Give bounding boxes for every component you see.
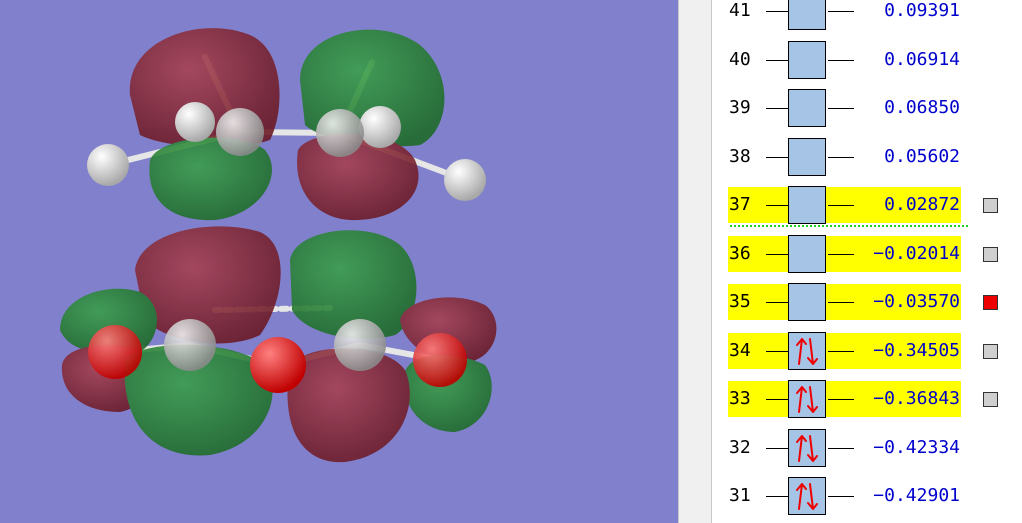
level-connector-left (766, 59, 788, 61)
mo-number: 35 (729, 291, 751, 312)
level-connector-left (766, 11, 788, 12)
level-connector-left (766, 496, 788, 497)
mo-checkbox[interactable] (983, 246, 998, 262)
mo-level-box[interactable] (788, 137, 826, 176)
molecule-viewport[interactable] (0, 0, 678, 523)
mo-number: 34 (729, 339, 751, 361)
mo-level-box[interactable] (788, 428, 826, 467)
mo-level-row-38[interactable]: 38 0.05602 (712, 137, 1022, 177)
mo-energy-level-panel: 41 0.09391 40 0.06914 39 0.06850 38 0.05… (712, 0, 1022, 523)
mo-level-row-35[interactable]: 35 −0.03570 (712, 282, 1022, 322)
splitter-edge-left (678, 0, 679, 523)
mo-level-row-36[interactable]: 36 −0.02014 (712, 234, 1022, 274)
mo-energy: 0.06850 (884, 97, 960, 118)
level-connector-left (766, 253, 788, 255)
homo-lumo-divider (730, 225, 968, 227)
molecule-orbital-render (60, 28, 497, 463)
mo-number: 40 (729, 48, 751, 70)
mo-level-row-34[interactable]: 34 −0.34505 (712, 331, 1022, 371)
mo-level-box[interactable] (788, 186, 826, 224)
spin-up-down-arrows-icon (796, 434, 818, 462)
mo-level-box[interactable] (788, 40, 826, 79)
mo-level-box[interactable] (788, 380, 826, 418)
mo-level-row-31[interactable]: 31 −0.42901 (712, 476, 1022, 516)
mo-number: 33 (729, 388, 751, 409)
mo-number: 41 (729, 0, 751, 21)
mo-level-row-32[interactable]: 32 −0.42334 (712, 428, 1022, 468)
mo-level-box[interactable] (788, 331, 826, 370)
mo-level-box[interactable] (788, 283, 826, 321)
level-connector-left (766, 399, 788, 400)
mo-energy: −0.36843 (873, 388, 960, 409)
mo-energy: 0.09391 (884, 0, 960, 21)
mo-energy: −0.42334 (873, 436, 960, 458)
spin-up-down-arrows-icon (796, 483, 818, 510)
mo-checkbox[interactable] (983, 198, 998, 213)
mo-energy: −0.03570 (873, 291, 960, 312)
mo-number: 31 (729, 485, 751, 506)
mo-level-row-37[interactable]: 37 0.02872 (712, 185, 1022, 225)
mo-level-row-40[interactable]: 40 0.06914 (712, 40, 1022, 80)
mo-checkbox[interactable] (983, 295, 998, 310)
mo-energy: −0.42901 (873, 485, 960, 506)
level-connector-left (766, 302, 788, 303)
mo-checkbox[interactable] (983, 343, 998, 359)
mo-level-box[interactable] (788, 477, 826, 515)
mo-checkbox[interactable] (983, 392, 998, 407)
mo-number: 38 (729, 145, 751, 167)
mo-number: 32 (729, 436, 751, 458)
mo-level-box[interactable] (788, 0, 826, 30)
spin-up-down-arrows-icon (796, 337, 818, 365)
mo-energy: −0.02014 (873, 242, 960, 264)
mo-level-box[interactable] (788, 89, 826, 127)
mo-energy: 0.06914 (884, 48, 960, 70)
mo-energy: −0.34505 (873, 339, 960, 361)
mo-level-row-33[interactable]: 33 −0.36843 (712, 379, 1022, 419)
pane-splitter[interactable] (678, 0, 712, 523)
mo-level-box[interactable] (788, 234, 826, 273)
mo-number: 37 (729, 194, 751, 215)
level-connector-left (766, 156, 788, 158)
level-connector-left (766, 205, 788, 206)
mo-energy: 0.02872 (884, 194, 960, 215)
mo-energy: 0.05602 (884, 145, 960, 167)
mo-number: 39 (729, 97, 751, 118)
level-connector-left (766, 447, 788, 449)
spin-up-down-arrows-icon (796, 386, 818, 413)
level-connector-left (766, 350, 788, 352)
level-connector-left (766, 108, 788, 109)
mo-number: 36 (729, 242, 751, 264)
mo-level-row-39[interactable]: 39 0.06850 (712, 88, 1022, 128)
mo-level-row-41[interactable]: 41 0.09391 (712, 0, 1022, 31)
